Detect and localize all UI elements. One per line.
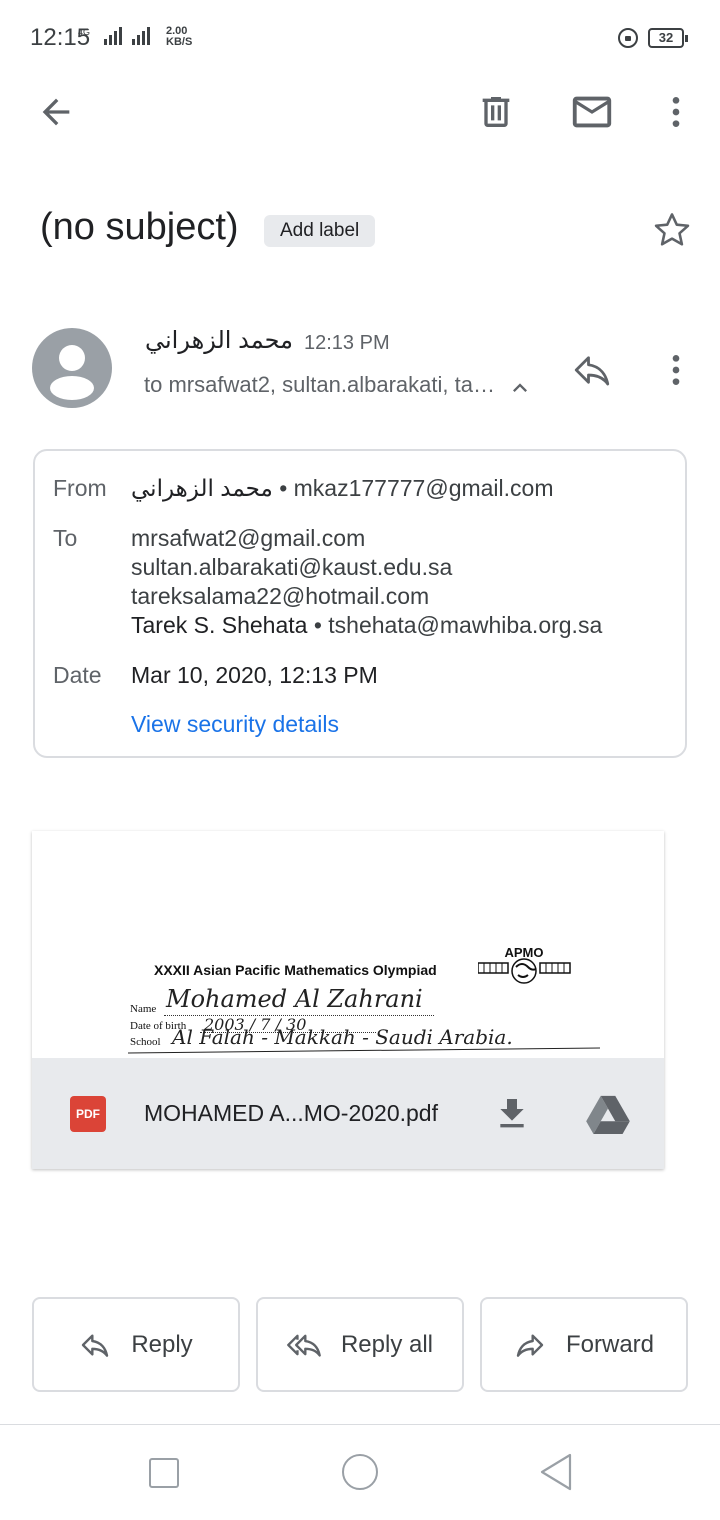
reply-quick-button[interactable] [566,344,618,396]
from-email: mkaz177777@gmail.com [293,475,554,501]
nav-divider [0,1424,720,1425]
save-to-drive-button[interactable] [584,1092,632,1136]
chevron-up-icon [513,383,527,392]
from-value: محمد الزهراني • mkaz177777@gmail.com [131,475,554,502]
reply-all-icon [287,1334,321,1357]
download-icon [500,1099,524,1128]
separator-dot: • [279,475,294,501]
date-label: Date [53,662,102,688]
reply-button[interactable]: Reply [32,1297,240,1392]
status-bar: 12:15 4G 2.00 KB/S 32 [0,0,720,76]
separator-dot: • [313,612,329,638]
star-icon [654,213,690,246]
doc-title: XXXII Asian Pacific Mathematics Olympiad [154,962,437,978]
recent-apps-button[interactable] [149,1458,179,1488]
recipients-summary[interactable]: to mrsafwat2, sultan.albarakati, tareksa… [144,372,496,398]
attachment-filename[interactable]: MOHAMED A...MO-2020.pdf [144,1100,438,1127]
svg-text:APMO: APMO [505,945,544,960]
reply-label: Reply [131,1330,193,1358]
google-drive-icon [586,1095,630,1134]
from-name: محمد الزهراني [131,475,273,501]
signal-icon [104,27,150,45]
pdf-file-icon: PDF [70,1096,106,1132]
doc-school-label: School [130,1036,161,1048]
recipient-3: Tarek S. Shehata • tshehata@mawhiba.org.… [131,612,602,639]
sender-name: محمد الزهراني [145,327,293,354]
star-button[interactable] [648,206,696,254]
doc-name-value: Mohamed Al Zahrani [166,985,423,1013]
download-button[interactable] [490,1092,534,1136]
email-subject: (no subject) [40,206,239,248]
view-security-details-link[interactable]: View security details [131,711,339,738]
network-type: 4G [78,27,91,37]
message-more-button[interactable] [650,344,702,396]
apmo-logo: APMO [478,945,571,984]
more-options-button[interactable] [650,86,702,138]
forward-button[interactable]: Forward [480,1297,688,1392]
rotation-lock-icon [618,28,638,48]
doc-school-value: Al Falah - Makkah - Saudi Arabia. [172,1025,513,1049]
forward-label: Forward [565,1330,655,1358]
attachment-bar: PDF MOHAMED A...MO-2020.pdf [32,1058,664,1169]
to-label: To [53,525,78,551]
reply-all-label: Reply all [340,1330,434,1358]
recipient-3-email: tshehata@mawhiba.org.sa [328,612,603,638]
sender-avatar[interactable] [32,328,112,408]
system-back-button[interactable] [538,1452,574,1492]
home-button[interactable] [342,1454,378,1490]
message-details-card: From محمد الزهراني • mkaz177777@gmail.co… [33,449,687,758]
triangle-back-icon [540,1453,572,1491]
battery-icon: 32 [648,28,688,48]
recipient-2: tareksalama22@hotmail.com [131,583,430,609]
attachment-preview[interactable]: XXXII Asian Pacific Mathematics Olympiad… [32,831,664,1058]
back-button[interactable] [30,86,82,138]
mark-unread-icon [572,96,612,128]
attachment-card[interactable]: XXXII Asian Pacific Mathematics Olympiad… [32,831,664,1169]
doc-name-label: Name [130,1003,157,1015]
reply-all-button[interactable]: Reply all [256,1297,464,1392]
forward-icon [516,1333,544,1357]
network-speed: 2.00 KB/S [166,25,193,48]
person-icon [50,345,94,400]
delete-button[interactable] [470,86,522,138]
reply-icon [574,356,610,386]
recipient-0: mrsafwat2@gmail.com [131,525,366,551]
recipient-3-name: Tarek S. Shehata [131,612,308,638]
more-vert-icon [672,97,680,127]
email-time: 12:13 PM [304,332,390,354]
collapse-details-button[interactable] [506,374,534,402]
arrow-back-icon [42,98,70,126]
mark-unread-button[interactable] [566,86,618,138]
date-value: Mar 10, 2020, 12:13 PM [131,662,378,688]
add-label-button[interactable]: Add label [264,215,376,247]
trash-icon [482,97,510,127]
recipient-1: sultan.albarakati@kaust.edu.sa [131,554,453,580]
from-label: From [53,475,107,501]
more-vert-icon [672,355,680,385]
reply-icon [82,1333,109,1357]
